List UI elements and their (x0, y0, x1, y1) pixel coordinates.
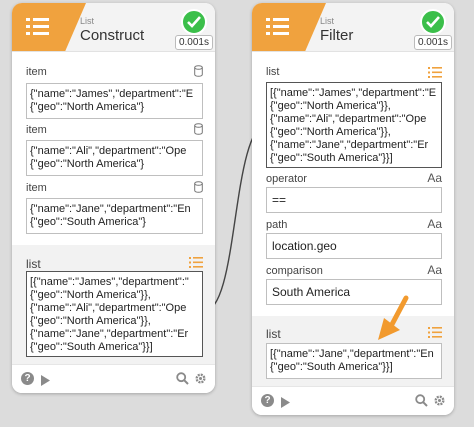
play-icon[interactable] (40, 373, 50, 391)
list-output-field[interactable]: [{"name":"Jane","department":"En {"geo":… (266, 343, 442, 379)
operator-label: operator (266, 173, 307, 185)
play-icon[interactable] (280, 395, 290, 413)
list-lines-icon[interactable] (428, 65, 442, 83)
item-label: item (26, 66, 47, 78)
node-header[interactable]: List Filter 0.001s (252, 3, 454, 52)
execution-time-badge: 0.001s (413, 35, 452, 50)
node-icon-box (12, 3, 86, 51)
check-icon (420, 9, 446, 35)
item-value-field[interactable]: {"name":"Jane","department":"En {"geo":"… (26, 198, 203, 234)
search-icon[interactable] (415, 394, 428, 412)
gear-icon[interactable] (433, 394, 446, 412)
list-lines-icon[interactable] (428, 325, 442, 343)
node-footer: ? (12, 364, 215, 393)
execution-time-badge: 0.001s (174, 35, 213, 50)
help-icon[interactable]: ? (21, 372, 34, 385)
comparison-label: comparison (266, 265, 323, 277)
node-icon-box (252, 3, 326, 51)
item-value-field[interactable]: {"name":"Ali","department":"Ope {"geo":"… (26, 140, 203, 176)
node-header[interactable]: List Construct 0.001s (12, 3, 215, 52)
node-title: Filter (320, 27, 354, 44)
help-icon[interactable]: ? (261, 394, 274, 407)
search-icon[interactable] (176, 372, 189, 390)
construct-node[interactable]: List Construct 0.001s item {"name":"Jame… (12, 3, 215, 393)
node-footer: ? (252, 386, 454, 415)
text-type-icon[interactable]: Aa (427, 217, 442, 231)
list-icon (266, 17, 289, 35)
item-label: item (26, 124, 47, 136)
list-label: list (26, 257, 41, 271)
list-input-field[interactable]: [{"name":"James","department":"E {"geo":… (266, 82, 442, 168)
node-subtitle: List (80, 16, 95, 26)
path-label: path (266, 219, 288, 231)
cylinder-icon[interactable] (194, 122, 203, 140)
text-type-icon[interactable]: Aa (427, 171, 442, 185)
path-input[interactable]: location.geo (266, 233, 442, 259)
cylinder-icon[interactable] (194, 64, 203, 82)
filter-node[interactable]: List Filter 0.001s list [{"name":"James"… (252, 3, 454, 415)
node-title: Construct (80, 27, 145, 44)
comparison-input[interactable]: South America (266, 279, 442, 305)
node-subtitle: List (320, 16, 335, 26)
cylinder-icon[interactable] (194, 180, 203, 198)
check-icon (181, 9, 207, 35)
gear-icon[interactable] (194, 372, 207, 390)
list-label: list (266, 66, 280, 78)
text-type-icon[interactable]: Aa (427, 263, 442, 277)
list-label: list (266, 327, 281, 341)
list-icon (26, 17, 49, 35)
item-value-field[interactable]: {"name":"James","department":"E {"geo":"… (26, 83, 203, 119)
list-output-field[interactable]: [{"name":"James","department":" {"geo":"… (26, 271, 203, 357)
item-label: item (26, 182, 47, 194)
operator-input[interactable]: == (266, 187, 442, 213)
